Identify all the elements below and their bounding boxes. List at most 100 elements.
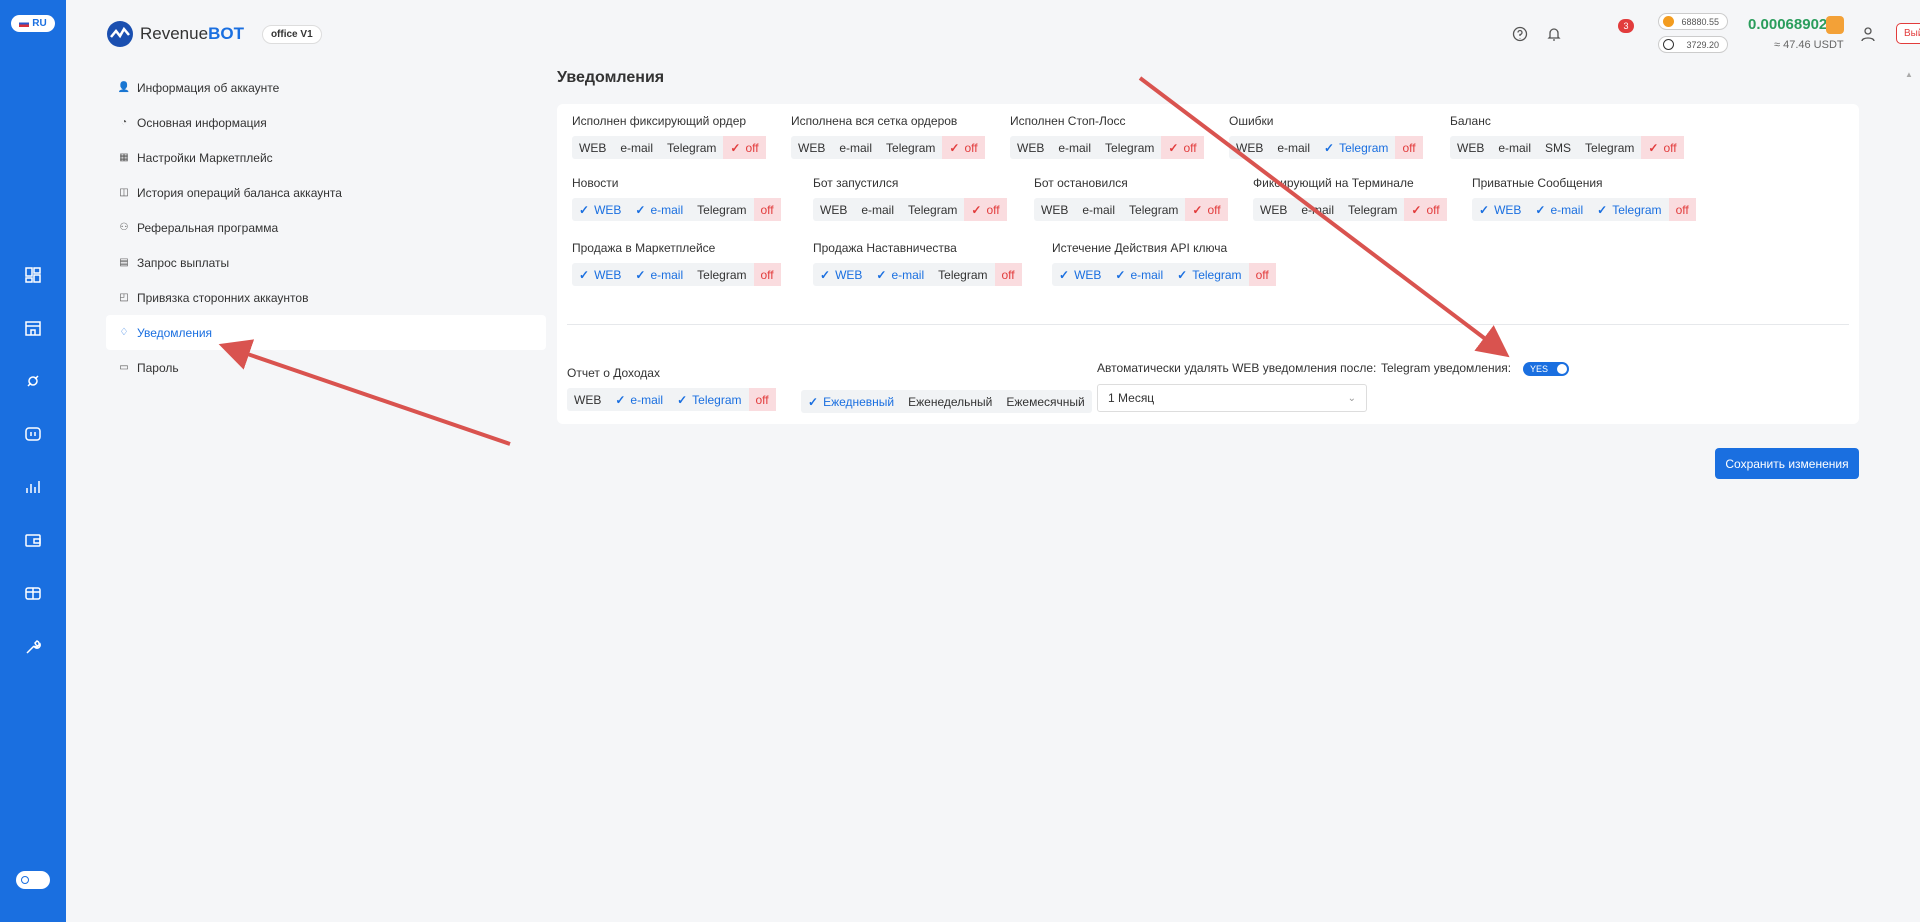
option-off[interactable]: off [1395,136,1423,159]
option-telegram[interactable]: Telegram [670,388,748,411]
option-web[interactable]: WEB [1010,136,1051,159]
bell-icon[interactable] [1544,24,1564,44]
tools-icon[interactable] [24,638,42,656]
option-off[interactable]: off [1404,198,1447,221]
group-title: Приватные Сообщения [1472,176,1603,190]
menu-item-0[interactable]: 👤 Информация об аккаунте [106,70,546,105]
option-telegram[interactable]: Telegram [660,136,723,159]
menu-item-3[interactable]: ◫ История операций баланса аккаунта [106,175,546,210]
option-web[interactable]: WEB [813,263,869,286]
profile-icon[interactable] [1858,24,1878,44]
option-off[interactable]: off [1161,136,1204,159]
help-icon[interactable] [1510,24,1530,44]
option-e-mail[interactable]: e-mail [1528,198,1590,221]
option-off[interactable]: off [964,198,1007,221]
option-off[interactable]: off [753,198,781,221]
notification-group: Исполнен фиксирующий ордер WEB e-mail Teleg… [572,114,766,159]
menu-item-1[interactable]: ◔ Основная информация [106,105,546,140]
option-web[interactable]: WEB [1253,198,1294,221]
option-e-mail[interactable]: e-mail [854,198,901,221]
option-e-mail[interactable]: e-mail [1491,136,1538,159]
bot-icon[interactable] [24,372,42,390]
option-e-mail[interactable]: e-mail [869,263,931,286]
option-telegram[interactable]: Telegram [879,136,942,159]
group-title: Исполнена вся сетка ордеров [791,114,958,128]
option-e-mail[interactable]: e-mail [628,198,690,221]
option-e-mail[interactable]: e-mail [1108,263,1170,286]
option-off[interactable]: off [1668,198,1696,221]
option-web[interactable]: WEB [1472,198,1528,221]
divider [567,324,1849,325]
option-ежедневный[interactable]: Ежедневный [801,390,901,413]
option-telegram[interactable]: Telegram [690,263,753,286]
option-web[interactable]: WEB [1052,263,1108,286]
save-changes-button[interactable]: Сохранить изменения [1715,448,1859,479]
option-telegram[interactable]: Telegram [1341,198,1404,221]
menu-item-7[interactable]: ♢ Уведомления [106,315,546,350]
logo[interactable]: RevenueBOT office V1 [106,20,322,48]
option-еженедельный[interactable]: Еженедельный [901,390,999,413]
option-e-mail[interactable]: e-mail [608,388,670,411]
menu-item-6[interactable]: ◰ Привязка сторонних аккаунтов [106,280,546,315]
option-off[interactable]: off [753,263,781,286]
menu-item-4[interactable]: ⚇ Реферальная программа [106,210,546,245]
history-icon: ◫ [119,187,129,198]
group-title: Бот остановился [1034,176,1128,190]
menu-item-2[interactable]: ▦ Настройки Маркетплейс [106,140,546,175]
option-e-mail[interactable]: e-mail [1051,136,1098,159]
option-telegram[interactable]: Telegram [1317,136,1395,159]
option-web[interactable]: WEB [572,136,613,159]
theme-toggle[interactable] [16,871,50,889]
scrollbar[interactable]: ▲ [1905,70,1915,79]
terminal-icon[interactable] [24,425,42,443]
store-icon[interactable] [24,319,42,337]
option-telegram[interactable]: Telegram [1098,136,1161,159]
option-off[interactable]: off [723,136,766,159]
wallet-icon[interactable] [24,531,42,549]
option-telegram[interactable]: Telegram [1170,263,1248,286]
option-web[interactable]: WEB [567,388,608,411]
option-off[interactable]: off [1641,136,1684,159]
menu-item-8[interactable]: ▭ Пароль [106,350,546,385]
option-web[interactable]: WEB [791,136,832,159]
menu-item-5[interactable]: ▤ Запрос выплаты [106,245,546,280]
option-sms[interactable]: SMS [1538,136,1578,159]
language-switch[interactable]: RU [11,15,55,32]
option-off[interactable]: off [1185,198,1228,221]
wallet-bitcoin-icon[interactable] [1826,16,1844,34]
option-telegram[interactable]: Telegram [1590,198,1668,221]
option-off[interactable]: off [1248,263,1276,286]
menu-item-label: Уведомления [137,325,213,340]
option-web[interactable]: WEB [572,198,628,221]
telegram-notifications-toggle[interactable]: YES [1523,362,1569,376]
chevron-down-icon: ⌄ [1347,392,1356,404]
logout-button[interactable]: Выйти [1896,23,1920,44]
group-title: Продажа в Маркетплейсе [572,241,716,255]
option-telegram[interactable]: Telegram [1578,136,1641,159]
option-off[interactable]: off [748,388,776,411]
option-e-mail[interactable]: e-mail [613,136,660,159]
stats-icon[interactable] [24,478,42,496]
option-telegram[interactable]: Telegram [1122,198,1185,221]
option-web[interactable]: WEB [572,263,628,286]
auto-delete-select[interactable]: 1 Месяц ⌄ [1097,384,1367,412]
option-telegram[interactable]: Telegram [931,263,994,286]
option-e-mail[interactable]: e-mail [1294,198,1341,221]
option-e-mail[interactable]: e-mail [628,263,690,286]
option-telegram[interactable]: Telegram [901,198,964,221]
option-ежемесячный[interactable]: Ежемесячный [999,390,1091,413]
office-version-badge[interactable]: office V1 [261,24,322,44]
option-web[interactable]: WEB [1034,198,1075,221]
gift-icon[interactable] [24,584,42,602]
option-telegram[interactable]: Telegram [690,198,753,221]
option-off[interactable]: off [994,263,1022,286]
option-web[interactable]: WEB [813,198,854,221]
dashboard-icon[interactable] [24,266,42,284]
option-off[interactable]: off [942,136,985,159]
option-web[interactable]: WEB [1450,136,1491,159]
option-e-mail[interactable]: e-mail [1075,198,1122,221]
option-e-mail[interactable]: e-mail [832,136,879,159]
option-web[interactable]: WEB [1229,136,1270,159]
option-e-mail[interactable]: e-mail [1270,136,1317,159]
menu-item-label: Настройки Маркетплейс [137,150,273,165]
